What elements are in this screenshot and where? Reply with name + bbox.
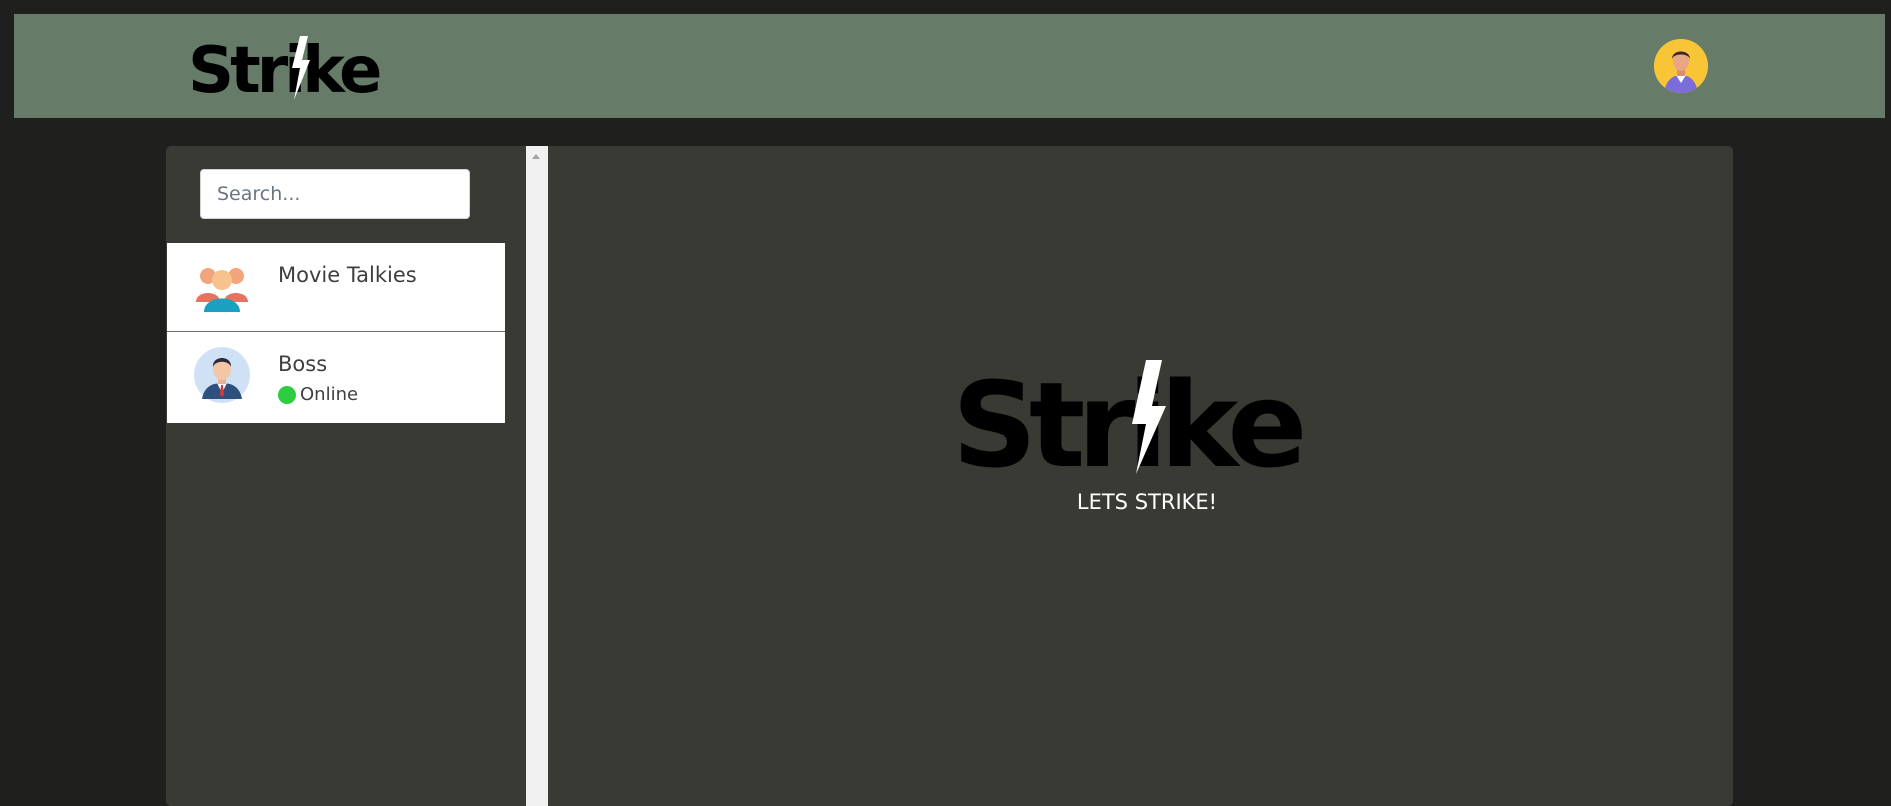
welcome-area: Strike LETS STRIKE! <box>548 146 1733 806</box>
user-avatar-icon <box>1654 39 1708 93</box>
top-navbar: Strike <box>14 14 1885 118</box>
main-panel: Movie Talkies Boss Online <box>166 146 1733 806</box>
chat-item-boss[interactable]: Boss Online <box>167 332 505 423</box>
chat-name: Boss <box>278 352 328 376</box>
tagline: LETS STRIKE! <box>1076 490 1218 514</box>
strike-logo[interactable]: Strike <box>188 32 394 104</box>
chat-name: Movie Talkies <box>278 263 417 287</box>
user-avatar[interactable] <box>1654 39 1708 93</box>
strike-logo-large: Strike <box>952 358 1310 476</box>
status-indicator: Online <box>278 384 358 405</box>
group-avatar-icon <box>196 268 248 312</box>
chat-sidebar: Movie Talkies Boss Online <box>166 146 526 806</box>
search-input[interactable] <box>200 169 470 219</box>
logo-text: Strike <box>952 358 1302 476</box>
logo-text: Strike <box>188 34 380 104</box>
scrollbar[interactable] <box>526 146 548 806</box>
status-text: Online <box>300 384 359 405</box>
user-avatar-icon <box>194 347 250 403</box>
chat-item-movie-talkies[interactable]: Movie Talkies <box>167 243 505 332</box>
online-dot-icon <box>278 385 296 404</box>
scroll-up-arrow-icon[interactable] <box>532 154 540 159</box>
chat-list: Movie Talkies Boss Online <box>167 243 505 423</box>
